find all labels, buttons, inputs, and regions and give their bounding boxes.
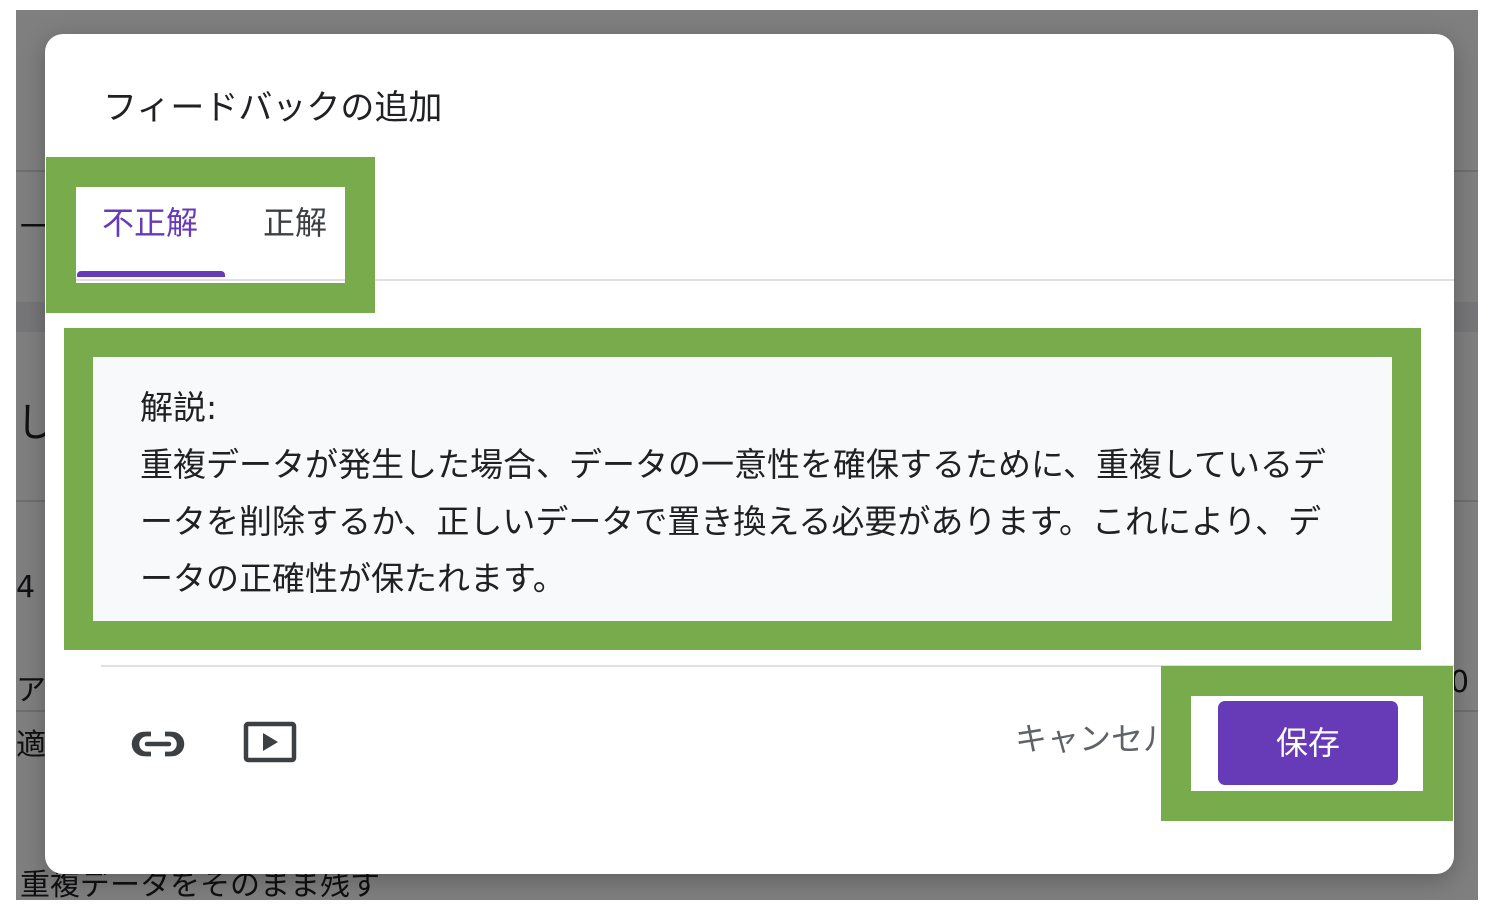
save-button[interactable]: 保存 xyxy=(1218,701,1398,785)
screen: 一 し 4 ア 適 0 重複データをそのまま残す フィードバックの追加 不正解 … xyxy=(0,0,1496,918)
tab-correct[interactable]: 正解 xyxy=(255,187,335,277)
feedback-label: 解説: xyxy=(140,388,218,427)
feedback-dialog: フィードバックの追加 不正解 正解 解説: 重複データが発生した場合、データの一… xyxy=(45,34,1454,874)
video-button[interactable] xyxy=(241,718,301,770)
dialog-title: フィードバックの追加 xyxy=(103,88,443,128)
video-icon xyxy=(243,721,297,763)
feedback-text-area[interactable]: 解説: 重複データが発生した場合、データの一意性を確保するために、重複しているデ… xyxy=(94,357,1392,621)
link-button[interactable] xyxy=(129,718,189,770)
tab-incorrect[interactable]: 不正解 xyxy=(75,187,225,277)
link-icon xyxy=(131,730,185,758)
feedback-body: 重複データが発生した場合、データの一意性を確保するために、重複しているデータを削… xyxy=(140,445,1327,598)
feedback-tabs: 不正解 正解 xyxy=(75,187,1454,281)
footer-divider xyxy=(101,665,1454,667)
cancel-button[interactable]: キャンセル xyxy=(1015,714,1155,764)
